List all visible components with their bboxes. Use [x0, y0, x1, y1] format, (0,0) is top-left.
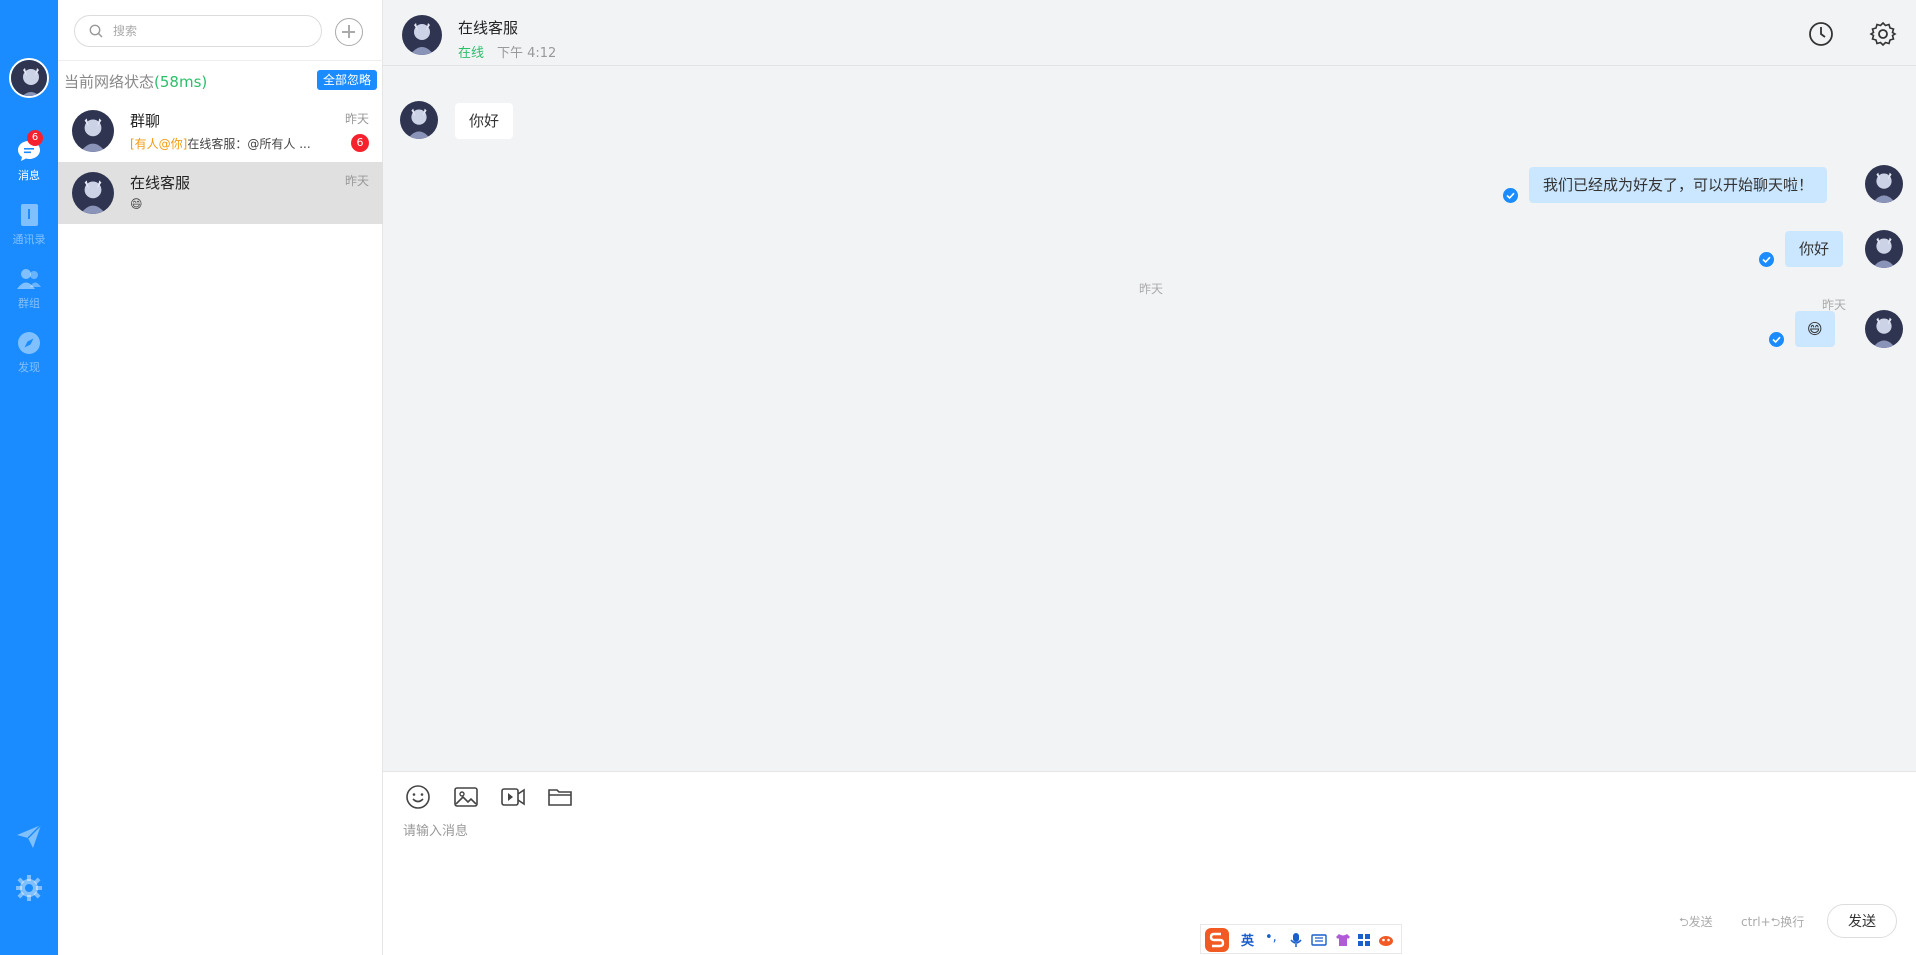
read-check-icon [1503, 188, 1518, 203]
nav-messages[interactable]: 6 消息 [0, 130, 58, 183]
contact-name: 在线客服 [458, 19, 519, 37]
ignore-all-button[interactable]: 全部忽略 [316, 70, 377, 90]
message-bubble-outgoing: 我们已经成为好友了，可以开始聊天啦！ [1529, 167, 1828, 203]
message-avatar [400, 101, 438, 139]
ime-toolbar[interactable]: 英 •, [1200, 924, 1402, 954]
nav-contacts[interactable]: 通讯录 [0, 202, 58, 247]
video-icon[interactable] [500, 784, 526, 810]
nav-groups[interactable]: 群组 [0, 266, 58, 311]
app-window: 6 消息 通讯录 群组 发现 当前网络状态(58ms) [0, 0, 1916, 955]
nav-rail: 6 消息 通讯录 群组 发现 [0, 0, 58, 955]
last-active-time: 下午 4:12 [497, 46, 557, 61]
skin-shirt-icon[interactable] [1335, 932, 1351, 948]
search-input[interactable] [113, 22, 309, 40]
conversation-avatar [72, 110, 114, 152]
message-composer: ⮌发送 ctrl+⮌换行 发送 [383, 771, 1916, 955]
toolbox-grid-icon[interactable] [1357, 933, 1371, 947]
online-status: 在线 [458, 46, 485, 61]
message-bubble-incoming: 你好 [455, 103, 514, 139]
settings-rail-button[interactable] [0, 874, 58, 906]
send-button[interactable]: 发送 [1827, 904, 1897, 938]
time-separator: 昨天 [1139, 282, 1164, 296]
compass-icon [18, 332, 40, 354]
user-avatar[interactable] [9, 58, 49, 98]
chat-settings-gear-icon[interactable] [1869, 20, 1897, 48]
conversation-list-panel: 当前网络状态(58ms) 全部忽略 群聊 昨天 [有人@你]在线客服：@所有人 … [58, 0, 383, 955]
gear-icon [16, 875, 42, 901]
search-box[interactable] [74, 15, 322, 47]
unread-badge: 6 [351, 134, 369, 152]
chat-header: 在线客服 在线 下午 4:12 [383, 0, 1916, 66]
group-icon [17, 269, 41, 289]
send-shortcut-hint: ⮌发送 [1679, 915, 1713, 929]
message-avatar [1865, 165, 1903, 203]
contact-avatar[interactable] [402, 15, 442, 55]
message-bubble-outgoing: 你好 [1785, 231, 1844, 267]
conversation-time: 昨天 [344, 174, 369, 188]
search-icon [89, 24, 103, 38]
chat-panel: 在线客服 在线 下午 4:12 你好 我们已经成为好友了，可以开始聊天啦！ 你好… [383, 0, 1916, 955]
keyboard-icon[interactable] [1311, 934, 1327, 946]
messages-badge: 6 [27, 130, 43, 146]
ime-language[interactable]: 英 [1241, 930, 1254, 949]
nav-discover-label: 发现 [18, 361, 40, 374]
conversation-name: 群聊 [130, 112, 161, 130]
message-bubble-outgoing: 😄 [1795, 311, 1835, 347]
image-icon[interactable] [453, 784, 479, 810]
nav-groups-label: 群组 [18, 297, 40, 310]
nav-messages-label: 消息 [18, 169, 40, 182]
read-check-icon [1759, 252, 1774, 267]
conversation-time: 昨天 [344, 112, 369, 126]
history-clock-icon[interactable] [1807, 20, 1835, 48]
conversation-item-group-chat[interactable]: 群聊 昨天 [有人@你]在线客服：@所有人 ... 6 [58, 100, 383, 162]
message-input[interactable] [403, 820, 1893, 900]
conversation-item-customer-service[interactable]: 在线客服 昨天 😄 [58, 162, 383, 224]
conversation-preview: [有人@你]在线客服：@所有人 ... [130, 137, 311, 151]
message-avatar [1865, 230, 1903, 268]
read-check-icon [1769, 332, 1784, 347]
address-book-icon [21, 204, 38, 226]
conversation-avatar [72, 172, 114, 214]
paper-plane-icon [17, 824, 42, 848]
network-status-text: 当前网络状态(58ms) [64, 73, 208, 91]
nav-contacts-label: 通讯录 [12, 233, 46, 246]
ime-punctuation[interactable]: •, [1265, 930, 1277, 945]
nav-discover[interactable]: 发现 [0, 330, 58, 375]
network-status-row: 当前网络状态(58ms) 全部忽略 [58, 60, 383, 100]
network-latency: (58ms) [154, 73, 208, 91]
microphone-icon[interactable] [1289, 932, 1303, 948]
mascot-icon[interactable] [1377, 933, 1395, 947]
conversation-name: 在线客服 [130, 174, 191, 192]
add-button[interactable] [335, 18, 363, 46]
feedback-button[interactable] [0, 822, 58, 854]
message-avatar [1865, 310, 1903, 348]
sogou-logo-icon [1205, 928, 1229, 952]
emoji-icon[interactable] [405, 784, 431, 810]
newline-shortcut-hint: ctrl+⮌换行 [1741, 915, 1805, 929]
mention-tag: [有人@你] [130, 137, 188, 151]
folder-icon[interactable] [547, 784, 573, 810]
conversation-preview: 😄 [130, 197, 143, 211]
